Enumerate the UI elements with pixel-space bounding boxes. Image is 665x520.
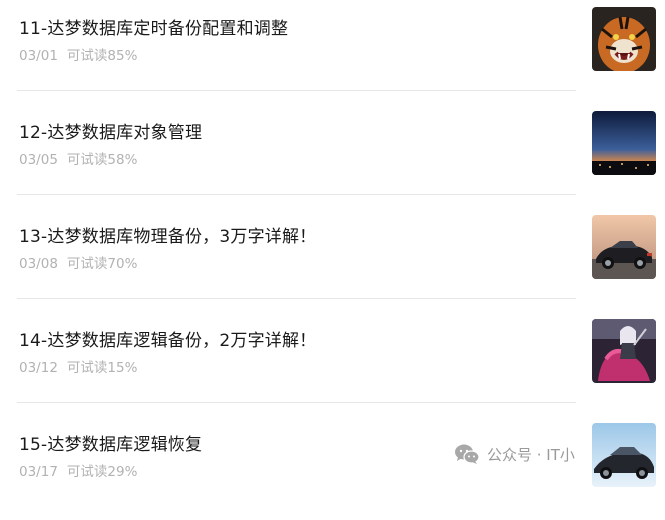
trial-percent: 可试读15% xyxy=(66,360,138,376)
article-date: 03/01 xyxy=(19,48,58,64)
article-title[interactable]: 14-达梦数据库逻辑备份，2万字详解！ xyxy=(19,326,316,351)
watermark-text: 公众号 · IT小 xyxy=(487,445,575,464)
article-meta: 03/05 可试读58% xyxy=(19,148,137,168)
watermark: 公众号 · IT小 xyxy=(454,440,575,468)
night-city-image[interactable] xyxy=(592,111,656,175)
article-date: 03/05 xyxy=(19,152,58,168)
wechat-icon xyxy=(454,443,480,465)
article-title[interactable]: 11-达梦数据库定时备份配置和调整 xyxy=(19,14,288,39)
divider xyxy=(17,298,576,299)
supercar-image[interactable] xyxy=(592,423,656,487)
article-title[interactable]: 12-达梦数据库对象管理 xyxy=(19,118,202,143)
fantasy-rider-image[interactable] xyxy=(592,319,656,383)
article-date: 03/08 xyxy=(19,256,58,272)
divider xyxy=(17,402,576,403)
divider xyxy=(17,90,576,91)
article-title[interactable]: 13-达梦数据库物理备份，3万字详解！ xyxy=(19,222,316,247)
trial-percent: 可试读85% xyxy=(66,48,138,64)
tiger-image[interactable] xyxy=(592,7,656,71)
list-item[interactable]: 12-达梦数据库对象管理 03/05 可试读58% xyxy=(0,104,665,208)
article-meta: 03/12 可试读15% xyxy=(19,356,137,376)
list-item[interactable]: 15-达梦数据库逻辑恢复 03/17 可试读29% xyxy=(0,416,665,520)
article-title[interactable]: 15-达梦数据库逻辑恢复 xyxy=(19,430,202,455)
article-list: 11-达梦数据库定时备份配置和调整 03/01 可试读85% 12-达梦数据库对象… xyxy=(0,0,665,487)
article-meta: 03/08 可试读70% xyxy=(19,252,137,272)
divider xyxy=(17,194,576,195)
trial-percent: 可试读58% xyxy=(66,152,138,168)
article-date: 03/17 xyxy=(19,464,58,480)
list-item[interactable]: 11-达梦数据库定时备份配置和调整 03/01 可试读85% xyxy=(0,0,665,104)
article-meta: 03/17 可试读29% xyxy=(19,460,137,480)
list-item[interactable]: 14-达梦数据库逻辑备份，2万字详解！ 03/12 可试读15% xyxy=(0,312,665,416)
article-meta: 03/01 可试读85% xyxy=(19,44,137,64)
article-date: 03/12 xyxy=(19,360,58,376)
sports-car-image[interactable] xyxy=(592,215,656,279)
trial-percent: 可试读29% xyxy=(66,464,138,480)
list-item[interactable]: 13-达梦数据库物理备份，3万字详解！ 03/08 可试读70% xyxy=(0,208,665,312)
trial-percent: 可试读70% xyxy=(66,256,138,272)
